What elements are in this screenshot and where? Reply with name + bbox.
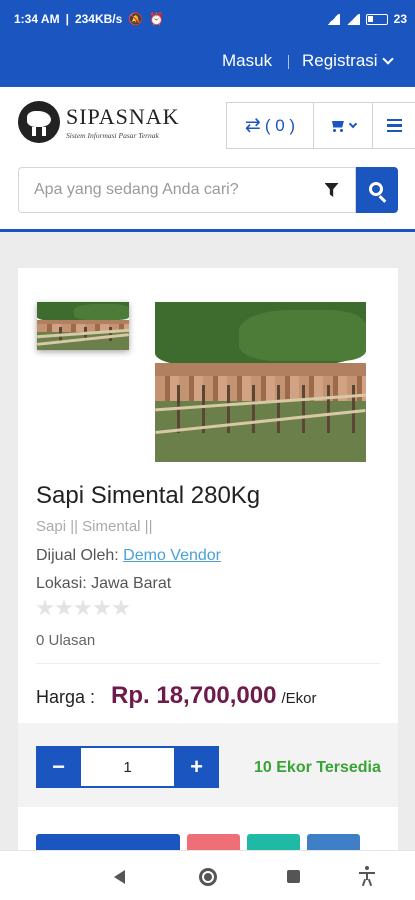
quantity-section: − + 10 Ekor Tersedia	[18, 723, 398, 807]
price-label: Harga :	[36, 687, 96, 707]
home-icon[interactable]	[199, 868, 217, 886]
decrease-quantity-button[interactable]: −	[36, 746, 81, 788]
seller-link[interactable]: Demo Vendor	[123, 547, 221, 564]
price-unit: /Ekor	[281, 690, 317, 707]
site-header: SIPASNAK Sistem Informasi Pasar Ternak ⇄…	[0, 87, 415, 151]
search-button[interactable]	[356, 167, 398, 213]
star-icon	[74, 599, 92, 616]
signal-icon-2	[345, 13, 360, 25]
rating-stars	[36, 599, 130, 617]
nav-separator	[288, 55, 289, 69]
swap-arrows-icon: ⇄	[244, 115, 261, 136]
register-dropdown[interactable]: Registrasi	[302, 51, 394, 71]
chevron-down-icon	[348, 119, 358, 129]
cart-icon	[330, 120, 346, 132]
site-logo[interactable]: SIPASNAK Sistem Informasi Pasar Ternak	[18, 101, 180, 143]
cart-button[interactable]	[314, 102, 373, 149]
product-location: Lokasi: Jawa Barat	[36, 575, 172, 592]
system-nav-bar	[0, 850, 415, 900]
top-nav: Masuk Registrasi	[0, 37, 415, 87]
alarm-icon: ⏰	[149, 12, 165, 26]
search-input[interactable]	[18, 167, 308, 213]
share-button[interactable]	[307, 834, 360, 850]
star-icon	[55, 599, 73, 616]
header-divider	[0, 229, 415, 232]
add-to-cart-button[interactable]	[36, 834, 180, 850]
accessibility-icon[interactable]	[358, 866, 376, 887]
compare-count: ( 0 )	[264, 115, 296, 135]
divider	[36, 663, 380, 664]
star-icon	[36, 599, 54, 616]
increase-quantity-button[interactable]: +	[174, 746, 219, 788]
wishlist-button[interactable]	[187, 834, 240, 850]
star-icon	[93, 599, 111, 616]
signal-icon	[325, 13, 340, 25]
stock-status: 10 Ekor Tersedia	[254, 759, 381, 776]
quantity-stepper: − +	[36, 746, 219, 788]
product-main-image[interactable]	[155, 302, 366, 462]
logo-tagline: Sistem Informasi Pasar Ternak	[66, 131, 159, 140]
battery-icon	[365, 13, 388, 25]
login-link[interactable]: Masuk	[222, 51, 272, 71]
chevron-down-icon	[381, 53, 394, 65]
cattle-photo	[155, 302, 366, 462]
review-count: 0 Ulasan	[36, 632, 96, 649]
search-bar	[0, 151, 415, 229]
filter-button[interactable]	[308, 167, 356, 213]
logo-text: SIPASNAK Sistem Informasi Pasar Ternak	[66, 104, 180, 140]
product-title: Sapi Simental 280Kg	[36, 482, 261, 509]
cow-logo-icon	[18, 101, 60, 143]
product-card: Sapi Simental 280Kg Sapi || Simental || …	[18, 268, 398, 850]
back-icon[interactable]	[114, 870, 125, 884]
register-label: Registrasi	[302, 51, 378, 70]
quantity-input[interactable]	[81, 746, 174, 788]
seller-label: Dijual Oleh:	[36, 547, 119, 564]
status-left: 1:34 AM | 234KB/s 🔕 ⏰	[14, 12, 164, 26]
status-divider: |	[65, 12, 69, 26]
compare-button[interactable]: ⇄ ( 0 )	[226, 102, 314, 149]
status-right: 23	[325, 12, 407, 26]
status-bar: 1:34 AM | 234KB/s 🔕 ⏰ 23	[0, 0, 415, 37]
header-buttons: ⇄ ( 0 )	[226, 102, 415, 149]
menu-button[interactable]	[373, 102, 415, 149]
filter-icon	[324, 183, 339, 197]
product-price: Rp. 18,700,000	[111, 682, 277, 709]
search-icon	[368, 181, 383, 196]
cattle-photo-thumb	[37, 302, 129, 350]
compare-add-button[interactable]	[247, 834, 300, 850]
product-seller: Dijual Oleh: Demo Vendor	[36, 547, 221, 565]
star-icon	[112, 599, 130, 616]
battery-level: 23	[393, 12, 407, 26]
mute-bell-icon: 🔕	[128, 12, 144, 26]
recent-apps-icon[interactable]	[287, 870, 300, 883]
product-thumbnail[interactable]	[37, 302, 129, 350]
product-categories: Sapi || Simental ||	[36, 518, 153, 535]
hamburger-icon	[387, 119, 402, 132]
price-row: Harga : Rp. 18,700,000 /Ekor	[36, 682, 317, 710]
status-time: 1:34 AM	[14, 12, 60, 26]
action-buttons	[36, 834, 360, 850]
logo-name: SIPASNAK	[66, 104, 180, 129]
status-speed: 234KB/s	[74, 12, 123, 26]
